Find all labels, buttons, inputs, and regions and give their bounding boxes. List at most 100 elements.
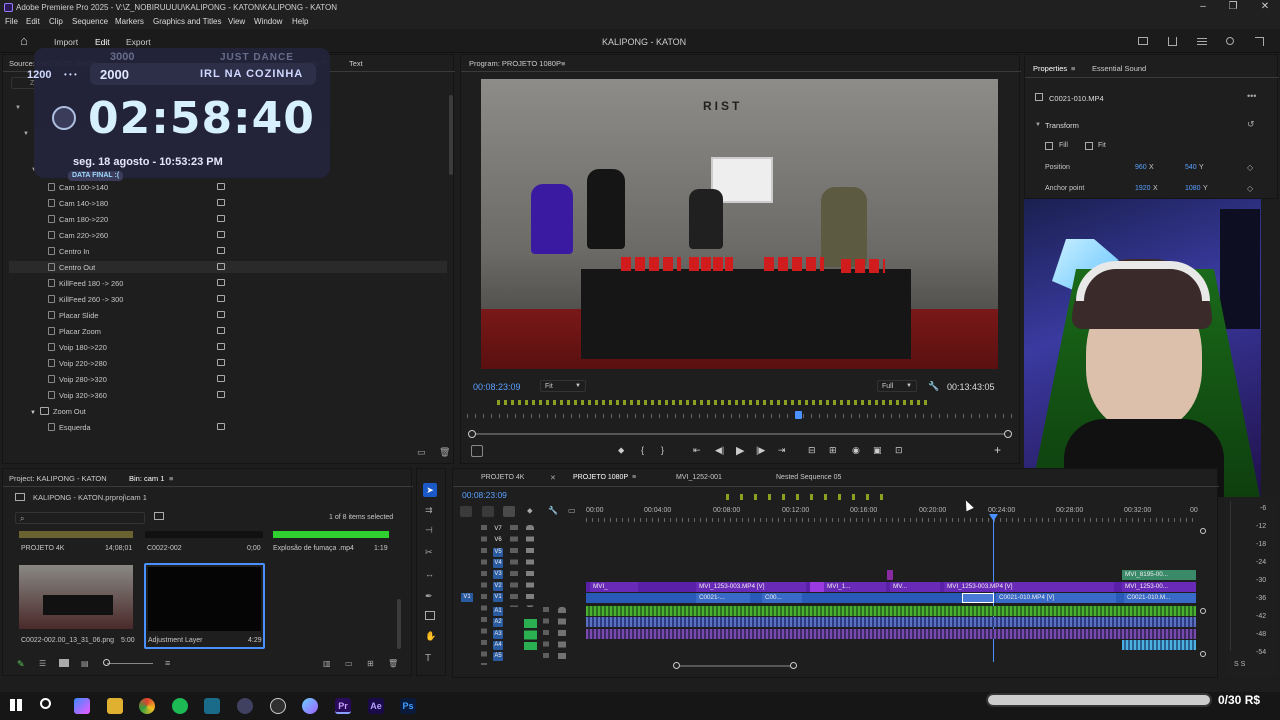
tree-item[interactable]: Placar Zoom bbox=[48, 327, 101, 336]
fit-label[interactable]: Fit bbox=[1098, 142, 1106, 149]
zoom-slider[interactable] bbox=[107, 663, 153, 664]
v1-selected-clip[interactable] bbox=[962, 593, 994, 603]
tab-essential-sound[interactable]: Essential Sound bbox=[1092, 64, 1146, 73]
add-marker-icon[interactable]: ⬥ bbox=[527, 506, 533, 516]
tree-item[interactable]: Cam 140->180 bbox=[48, 199, 108, 208]
v2-clip[interactable]: MVI_ bbox=[590, 582, 638, 592]
menu-icon[interactable] bbox=[1197, 38, 1207, 39]
type-tool-icon[interactable]: T bbox=[425, 653, 431, 664]
panel-menu-icon[interactable]: ≡ bbox=[169, 474, 173, 483]
app-icon[interactable] bbox=[204, 698, 220, 714]
timeline-tab-nested[interactable]: Nested Sequence 05 bbox=[776, 474, 841, 481]
anchor-x-value[interactable]: 1920 bbox=[1135, 185, 1151, 192]
fill-icon[interactable] bbox=[1045, 142, 1053, 150]
close-icon[interactable]: ✕ bbox=[550, 474, 556, 482]
keyframe-icon[interactable]: ◇ bbox=[1247, 184, 1253, 193]
tree-item[interactable]: Voip 220->280 bbox=[48, 359, 107, 368]
tree-item[interactable]: KillFeed 260 -> 300 bbox=[48, 295, 123, 304]
track-scroll-handle[interactable] bbox=[1200, 651, 1206, 657]
tree-item[interactable]: KillFeed 180 -> 260 bbox=[48, 279, 123, 288]
chevron-down-icon[interactable]: ▼ bbox=[23, 131, 29, 137]
step-back-icon[interactable]: ◀| bbox=[715, 445, 724, 456]
microphone-icons[interactable] bbox=[558, 607, 566, 662]
tree-item[interactable]: Centro In bbox=[48, 247, 89, 256]
track-v4[interactable]: V4 bbox=[493, 559, 503, 568]
app-icon[interactable] bbox=[237, 698, 253, 714]
pen-tool-icon[interactable]: ✒ bbox=[425, 591, 433, 602]
file-explorer-icon[interactable] bbox=[107, 698, 123, 714]
scroll-handle-right[interactable] bbox=[790, 662, 797, 669]
pen-icon[interactable]: ✎ bbox=[17, 659, 25, 670]
settings-grid-icon[interactable] bbox=[471, 445, 483, 457]
menu-window[interactable]: Window bbox=[254, 17, 282, 26]
more-options-icon[interactable]: ••• bbox=[1247, 91, 1256, 101]
spotify-icon[interactable] bbox=[172, 698, 188, 714]
track-v6[interactable]: V6 bbox=[493, 536, 503, 545]
go-to-out-icon[interactable]: ⇥ bbox=[778, 445, 786, 456]
v1-clip[interactable]: C0021-010.MP4 [V] bbox=[996, 593, 1116, 603]
track-v2[interactable]: V2 bbox=[493, 582, 503, 591]
wrench-icon[interactable]: 🔧 bbox=[548, 506, 558, 515]
share-icon[interactable] bbox=[1168, 37, 1177, 46]
home-icon[interactable]: ⌂ bbox=[20, 33, 28, 48]
folder-icon[interactable]: ▭ bbox=[345, 659, 353, 668]
photoshop-icon[interactable]: Ps bbox=[400, 698, 416, 714]
new-item-icon[interactable]: ⊞ bbox=[367, 659, 374, 668]
zoom-scrollbar[interactable] bbox=[468, 430, 1012, 438]
source-patch-v1[interactable]: V1 bbox=[461, 593, 473, 602]
timeline-zoom-scrollbar[interactable] bbox=[673, 662, 797, 669]
menu-markers[interactable]: Markers bbox=[115, 17, 144, 26]
track-a1[interactable]: A1 bbox=[493, 607, 503, 616]
hand-tool-icon[interactable]: ✋ bbox=[425, 631, 436, 642]
v2-clip[interactable]: MVI_1... bbox=[824, 582, 886, 592]
v2-clip[interactable]: MVI_1253-003.MP4 [V] bbox=[944, 582, 1114, 592]
menu-view[interactable]: View bbox=[228, 17, 245, 26]
thumb-c0022-002[interactable] bbox=[145, 531, 263, 538]
reset-icon[interactable]: ↺ bbox=[1247, 119, 1255, 130]
chevron-down-icon[interactable]: ▼ bbox=[1035, 122, 1041, 128]
program-timecode[interactable]: 00:08:23:09 bbox=[473, 382, 521, 392]
menu-edit[interactable]: Edit bbox=[26, 17, 40, 26]
thumb-c0022-png[interactable] bbox=[19, 565, 133, 629]
project-search-input[interactable]: ⌕ bbox=[15, 512, 145, 524]
selection-tool-icon[interactable]: ➤ bbox=[423, 483, 437, 497]
v3-small-clip[interactable] bbox=[887, 570, 893, 580]
track-select-icon[interactable]: ⇉ bbox=[425, 505, 433, 516]
fill-label[interactable]: Fill bbox=[1059, 142, 1068, 149]
wrench-icon[interactable]: 🔧 bbox=[928, 381, 939, 392]
search-icon[interactable] bbox=[1226, 37, 1234, 45]
timeline-tab-projeto-4k[interactable]: PROJETO 4K bbox=[481, 474, 524, 481]
scrollbar[interactable] bbox=[449, 95, 453, 175]
track-a4[interactable]: A4 bbox=[493, 641, 503, 650]
freeform-view-icon[interactable]: ▤ bbox=[81, 659, 89, 668]
mark-out-icon[interactable]: } bbox=[661, 445, 664, 455]
fullscreen-icon[interactable] bbox=[1255, 37, 1264, 46]
tree-item[interactable]: Centro Out bbox=[48, 263, 95, 272]
camera-icon[interactable]: ◉ bbox=[852, 445, 860, 456]
zoom-select[interactable]: Fit ▼ bbox=[540, 380, 586, 392]
v2-clip[interactable]: MVI_1253-00... bbox=[1122, 582, 1196, 592]
menu-help[interactable]: Help bbox=[292, 17, 308, 26]
fit-icon[interactable] bbox=[1085, 142, 1093, 150]
program-mini-ruler[interactable] bbox=[467, 398, 1013, 422]
mark-in-icon[interactable]: { bbox=[641, 445, 644, 455]
tree-item[interactable]: Esquerda bbox=[48, 423, 91, 432]
timeline-tab-mvi[interactable]: MVI_1252-001 bbox=[676, 474, 722, 481]
panel-menu-icon[interactable]: ≡ bbox=[561, 59, 565, 68]
scroll-handle-right[interactable] bbox=[1004, 430, 1012, 438]
folder-icon[interactable]: ▭ bbox=[417, 447, 426, 458]
a3-audio-clip[interactable] bbox=[586, 629, 1196, 639]
track-v3[interactable]: V3 bbox=[493, 570, 503, 579]
list-view-icon[interactable]: ☰ bbox=[39, 659, 46, 668]
premiere-pro-icon[interactable]: Pr bbox=[335, 698, 351, 714]
chrome-icon[interactable] bbox=[139, 698, 155, 714]
track-v7[interactable]: V7 bbox=[493, 525, 503, 534]
tree-item[interactable]: Cam 220->260 bbox=[48, 231, 108, 240]
workspaces-icon[interactable] bbox=[1138, 37, 1148, 45]
panel-menu-icon[interactable]: ≡ bbox=[632, 474, 636, 481]
maximize-button[interactable]: ❐ bbox=[1218, 1, 1248, 12]
import-tab[interactable]: Import bbox=[54, 37, 78, 47]
menu-graphics-titles[interactable]: Graphics and Titles bbox=[153, 17, 221, 26]
playhead[interactable] bbox=[795, 411, 802, 419]
thumb-explosao[interactable] bbox=[273, 531, 389, 538]
